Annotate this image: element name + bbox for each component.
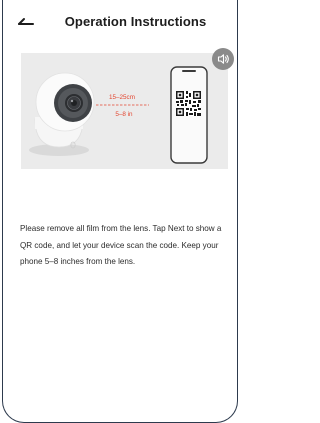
- page-title: Operation Instructions: [64, 14, 207, 29]
- header-bar: Operation Instructions: [0, 0, 241, 42]
- phone-frame: Operation Instructions 15–25cm 5–8 in Pl…: [0, 0, 241, 423]
- distance-in-label: 5–8 in: [115, 111, 133, 118]
- illustration-panel: 15–25cm 5–8 in: [21, 53, 228, 169]
- back-arrow-icon: [18, 18, 34, 25]
- camera-phone-illustration: 15–25cm 5–8 in: [29, 66, 208, 164]
- instruction-text: Please remove all film from the lens. Ta…: [20, 224, 222, 266]
- sound-button[interactable]: [212, 48, 234, 70]
- distance-cm-label: 15–25cm: [109, 94, 135, 101]
- speaker-icon: [217, 54, 229, 64]
- qr-code-illustration: [176, 91, 201, 116]
- back-button[interactable]: [14, 12, 38, 32]
